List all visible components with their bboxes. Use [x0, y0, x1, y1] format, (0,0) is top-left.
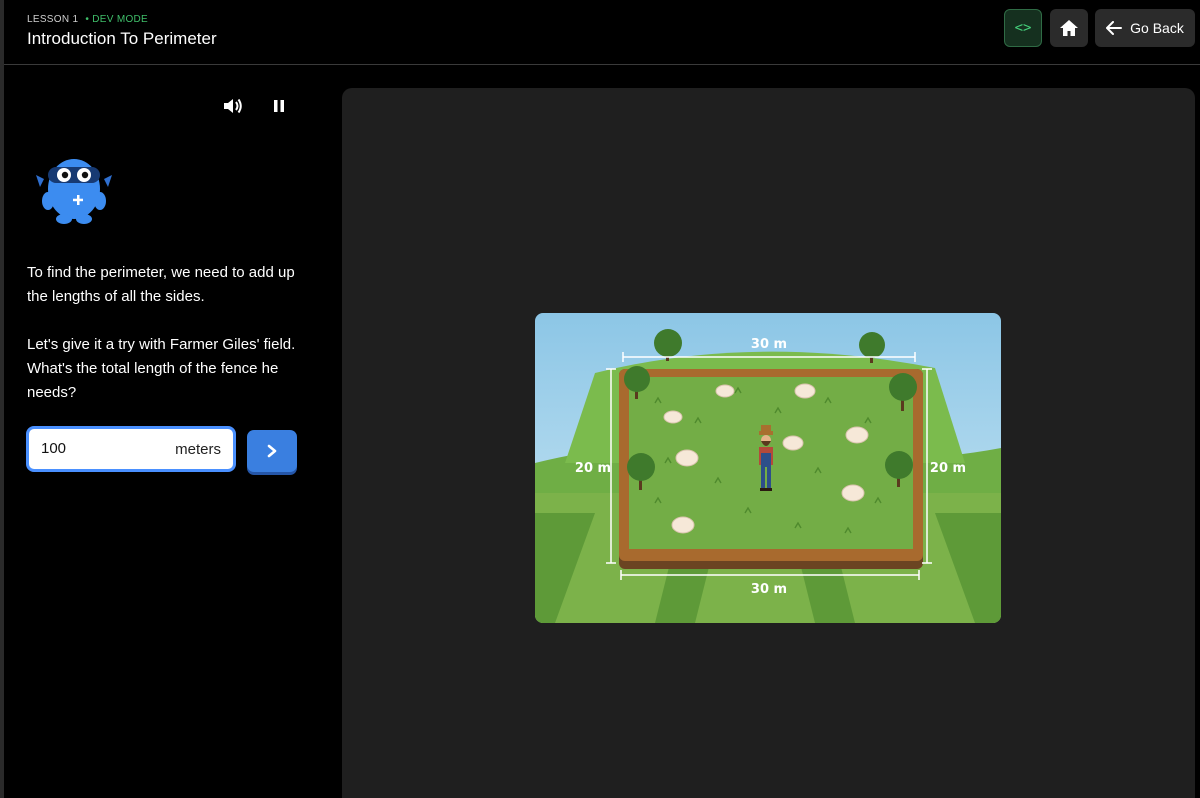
go-back-button[interactable]: Go Back	[1095, 9, 1195, 47]
instruction-panel: To find the perimeter, we need to add up…	[4, 65, 342, 798]
dev-mode-badge: • DEV MODE	[85, 14, 149, 25]
home-button[interactable]	[1050, 9, 1088, 47]
volume-icon	[224, 98, 242, 114]
code-icon: <>	[1014, 20, 1032, 36]
pause-icon	[274, 100, 284, 112]
unit-label: meters	[175, 441, 221, 458]
instruction-paragraph: To find the perimeter, we need to add up…	[27, 264, 295, 305]
ninja-mascot	[36, 159, 112, 224]
question-paragraph: Let's give it a try with Farmer Giles' f…	[27, 336, 296, 401]
pause-button[interactable]	[268, 95, 290, 117]
volume-button[interactable]	[222, 95, 244, 117]
chevron-right-icon	[267, 444, 277, 458]
bottom-dimension-label: 30 m	[751, 582, 787, 597]
submit-button[interactable]	[247, 430, 297, 472]
left-dimension-label: 20 m	[575, 461, 611, 476]
arrow-left-icon	[1106, 21, 1123, 35]
lesson-label: LESSON 1	[27, 14, 79, 25]
page-title: Introduction To Perimeter	[27, 29, 217, 48]
home-icon	[1060, 20, 1078, 36]
answer-field[interactable]: meters	[26, 426, 236, 472]
go-back-label: Go Back	[1130, 20, 1184, 36]
answer-input[interactable]	[41, 440, 151, 457]
header: LESSON 1 • DEV MODE Introduction To Peri…	[4, 0, 1200, 65]
field-illustration: 30 m 30 m 20 m 20 m	[535, 313, 1001, 623]
top-dimension-label: 30 m	[751, 337, 787, 352]
code-button[interactable]: <>	[1004, 9, 1042, 47]
right-dimension-label: 20 m	[930, 461, 966, 476]
lesson-meta: LESSON 1 • DEV MODE	[27, 14, 148, 25]
